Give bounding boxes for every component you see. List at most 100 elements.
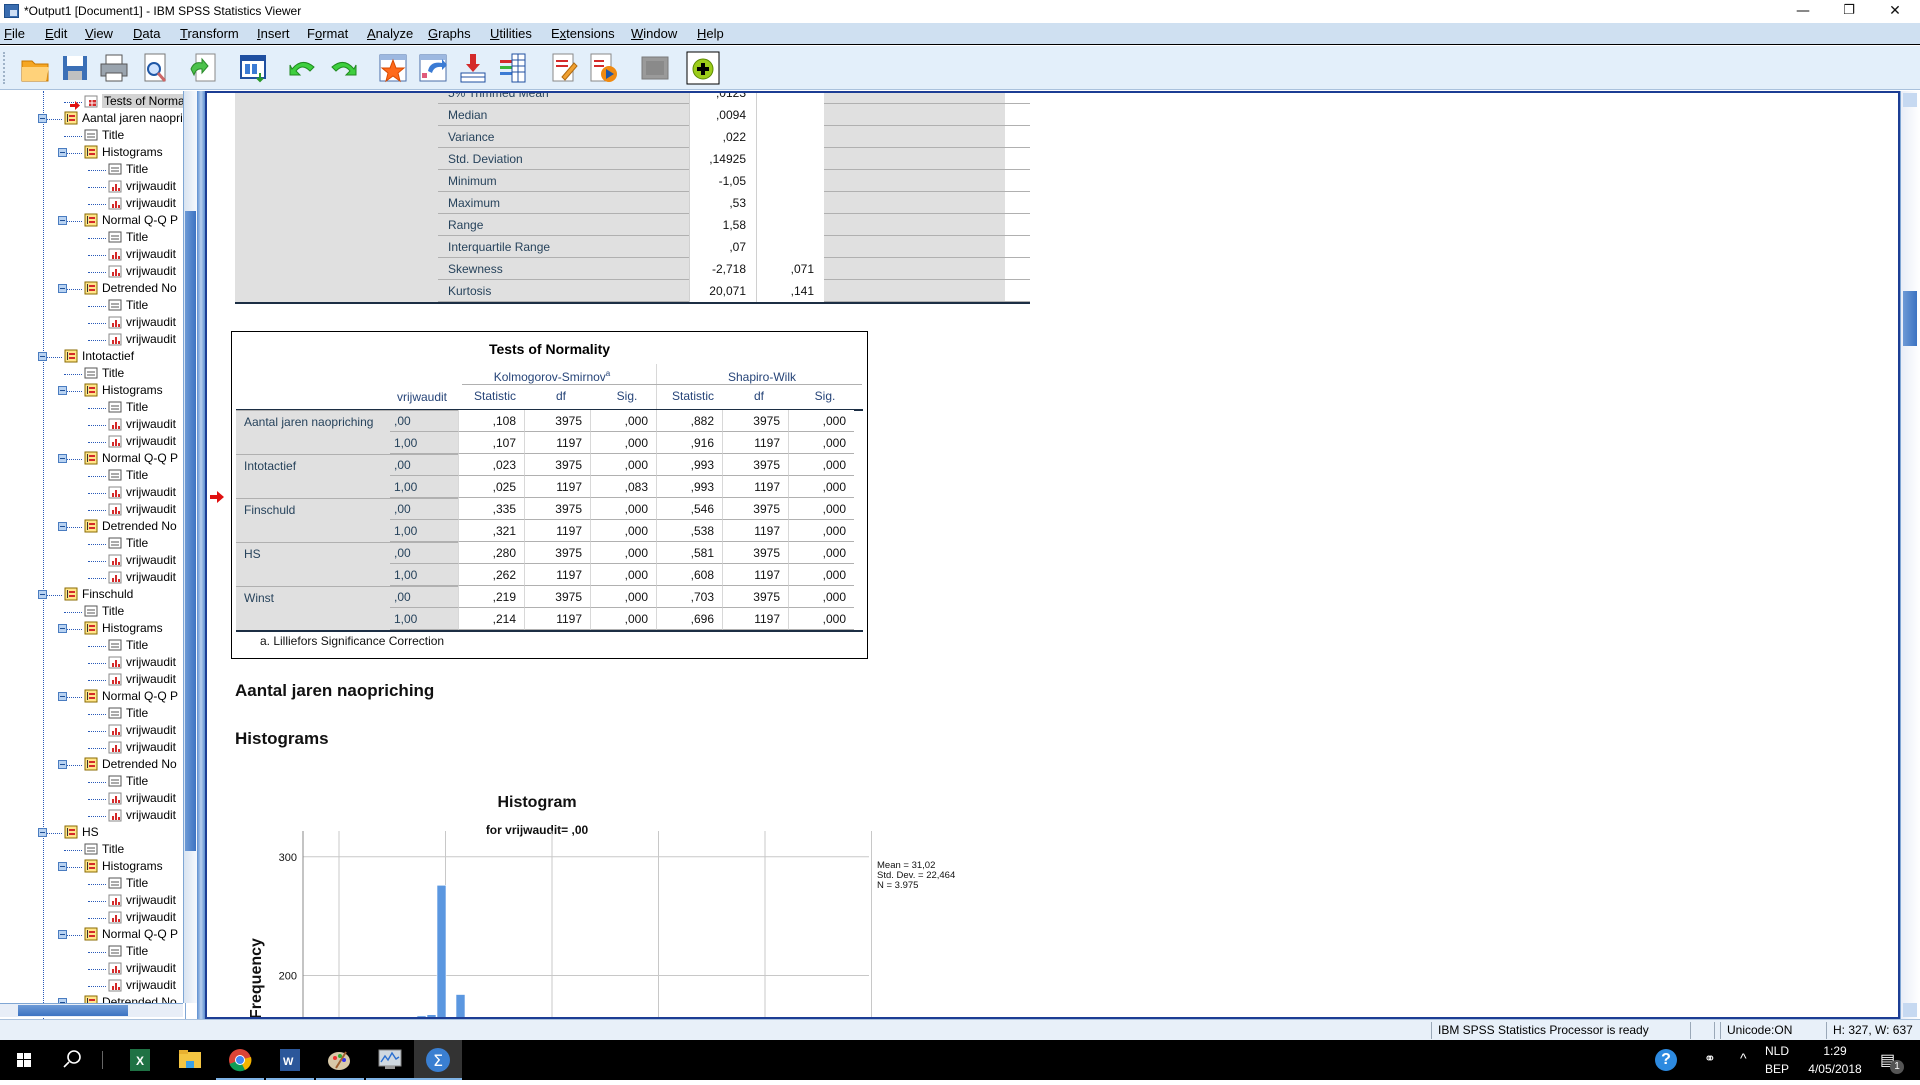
- pane-splitter[interactable]: [197, 91, 205, 1019]
- menu-data[interactable]: Data: [133, 26, 160, 41]
- people-icon[interactable]: ⚭: [1704, 1050, 1716, 1067]
- menu-window[interactable]: Window: [631, 26, 677, 41]
- tree-item[interactable]: vrijwaudit: [108, 739, 176, 756]
- scroll-thumb[interactable]: [185, 211, 196, 851]
- menu-edit[interactable]: Edit: [45, 26, 67, 41]
- tree-item[interactable]: Normal Q-Q P: [84, 212, 178, 229]
- menu-graphs[interactable]: Graphs: [428, 26, 471, 41]
- tree-item[interactable]: Title: [108, 705, 148, 722]
- word-taskbar-button[interactable]: W: [266, 1040, 314, 1080]
- tree-item[interactable]: Title: [108, 535, 148, 552]
- collapse-toggle-icon[interactable]: [38, 114, 47, 123]
- undo-button[interactable]: [286, 51, 320, 85]
- toolbar-grip[interactable]: [3, 52, 6, 84]
- tree-item[interactable]: Histograms: [84, 858, 163, 875]
- tree-item[interactable]: Histograms: [84, 144, 163, 161]
- menu-analyze[interactable]: Analyze: [367, 26, 413, 41]
- tree-item[interactable]: Aantal jaren naopri: [64, 110, 183, 127]
- tree-item[interactable]: Normal Q-Q P: [84, 450, 178, 467]
- resource-monitor-taskbar-button[interactable]: [366, 1040, 414, 1080]
- tree-item[interactable]: Title: [84, 603, 124, 620]
- goto-case-button[interactable]: [416, 51, 450, 85]
- tree-item[interactable]: Title: [108, 229, 148, 246]
- restore-button[interactable]: ❐: [1826, 0, 1872, 23]
- tree-item[interactable]: vrijwaudit: [108, 314, 176, 331]
- collapse-toggle-icon[interactable]: [58, 760, 67, 769]
- export-button[interactable]: [186, 51, 220, 85]
- tree-item[interactable]: Tests of Normality: [84, 93, 185, 110]
- tree-item[interactable]: Title: [108, 875, 148, 892]
- tree-item[interactable]: Intotactief: [64, 348, 134, 365]
- collapse-toggle-icon[interactable]: [38, 352, 47, 361]
- tree-item[interactable]: Title: [108, 399, 148, 416]
- tree-item[interactable]: vrijwaudit: [108, 790, 176, 807]
- tree-item[interactable]: vrijwaudit: [108, 195, 176, 212]
- spss-taskbar-button[interactable]: Σ: [414, 1040, 462, 1080]
- print-button[interactable]: [97, 51, 131, 85]
- input-language[interactable]: NLD BEP: [1762, 1044, 1792, 1076]
- minimize-button[interactable]: —: [1780, 0, 1826, 23]
- tree-item[interactable]: Title: [84, 365, 124, 382]
- outline-vertical-scrollbar[interactable]: [183, 91, 197, 1003]
- tree-item[interactable]: Title: [108, 637, 148, 654]
- tree-item[interactable]: Finschuld: [64, 586, 133, 603]
- tree-item[interactable]: vrijwaudit: [108, 484, 176, 501]
- tree-item[interactable]: Title: [108, 467, 148, 484]
- search-taskbar-button[interactable]: [48, 1040, 96, 1080]
- menu-view[interactable]: View: [85, 26, 113, 41]
- start-taskbar-button[interactable]: [0, 1040, 48, 1080]
- chrome-taskbar-button[interactable]: [216, 1040, 264, 1080]
- paint-taskbar-button[interactable]: [316, 1040, 364, 1080]
- tree-item[interactable]: vrijwaudit: [108, 977, 176, 994]
- scroll-up-arrow-icon[interactable]: [1903, 93, 1917, 107]
- open-button[interactable]: [18, 51, 52, 85]
- save-button[interactable]: [58, 51, 92, 85]
- tree-item[interactable]: vrijwaudit: [108, 892, 176, 909]
- tree-item[interactable]: vrijwaudit: [108, 501, 176, 518]
- tree-item[interactable]: vrijwaudit: [108, 654, 176, 671]
- designate-window-button[interactable]: [586, 51, 620, 85]
- tree-item[interactable]: Title: [108, 161, 148, 178]
- tree-item[interactable]: Title: [108, 297, 148, 314]
- collapse-toggle-icon[interactable]: [58, 386, 67, 395]
- tree-item[interactable]: HS: [64, 824, 99, 841]
- collapse-toggle-icon[interactable]: [58, 930, 67, 939]
- tree-item[interactable]: vrijwaudit: [108, 331, 176, 348]
- help-tray-icon[interactable]: ?: [1655, 1049, 1677, 1071]
- tree-item[interactable]: vrijwaudit: [108, 263, 176, 280]
- tree-item[interactable]: vrijwaudit: [108, 569, 176, 586]
- tree-item[interactable]: vrijwaudit: [108, 909, 176, 926]
- tree-item[interactable]: Normal Q-Q P: [84, 688, 178, 705]
- tree-item[interactable]: vrijwaudit: [108, 416, 176, 433]
- show-all-button[interactable]: [546, 51, 580, 85]
- tree-item[interactable]: Title: [108, 773, 148, 790]
- excel-taskbar-button[interactable]: X: [116, 1040, 164, 1080]
- variables-button[interactable]: [496, 51, 530, 85]
- scroll-thumb[interactable]: [18, 1005, 128, 1016]
- tree-item[interactable]: vrijwaudit: [108, 722, 176, 739]
- tree-item[interactable]: Detrended No: [84, 756, 177, 773]
- content-vertical-scrollbar[interactable]: [1900, 91, 1920, 1019]
- collapse-toggle-icon[interactable]: [58, 284, 67, 293]
- collapse-toggle-icon[interactable]: [58, 454, 67, 463]
- menu-transform[interactable]: Transform: [180, 26, 239, 41]
- menu-extensions[interactable]: Extensions: [551, 26, 615, 41]
- menu-file[interactable]: File: [4, 26, 25, 41]
- goto-data-button[interactable]: [376, 51, 410, 85]
- tree-item[interactable]: vrijwaudit: [108, 807, 176, 824]
- collapse-toggle-icon[interactable]: [58, 216, 67, 225]
- menu-format[interactable]: Format: [307, 26, 348, 41]
- scroll-down-arrow-icon[interactable]: [1903, 1003, 1917, 1017]
- outline-horizontal-scrollbar[interactable]: [0, 1003, 183, 1017]
- collapse-toggle-icon[interactable]: [58, 862, 67, 871]
- tree-item[interactable]: vrijwaudit: [108, 433, 176, 450]
- collapse-toggle-icon[interactable]: [58, 692, 67, 701]
- file-explorer-taskbar-button[interactable]: [166, 1040, 214, 1080]
- tree-item[interactable]: Title: [84, 127, 124, 144]
- tree-item[interactable]: vrijwaudit: [108, 178, 176, 195]
- close-button[interactable]: ✕: [1872, 0, 1918, 23]
- collapse-toggle-icon[interactable]: [38, 590, 47, 599]
- tree-item[interactable]: vrijwaudit: [108, 246, 176, 263]
- tree-item[interactable]: Title: [84, 841, 124, 858]
- show-hidden-icons-chevron-icon[interactable]: ^: [1740, 1050, 1747, 1066]
